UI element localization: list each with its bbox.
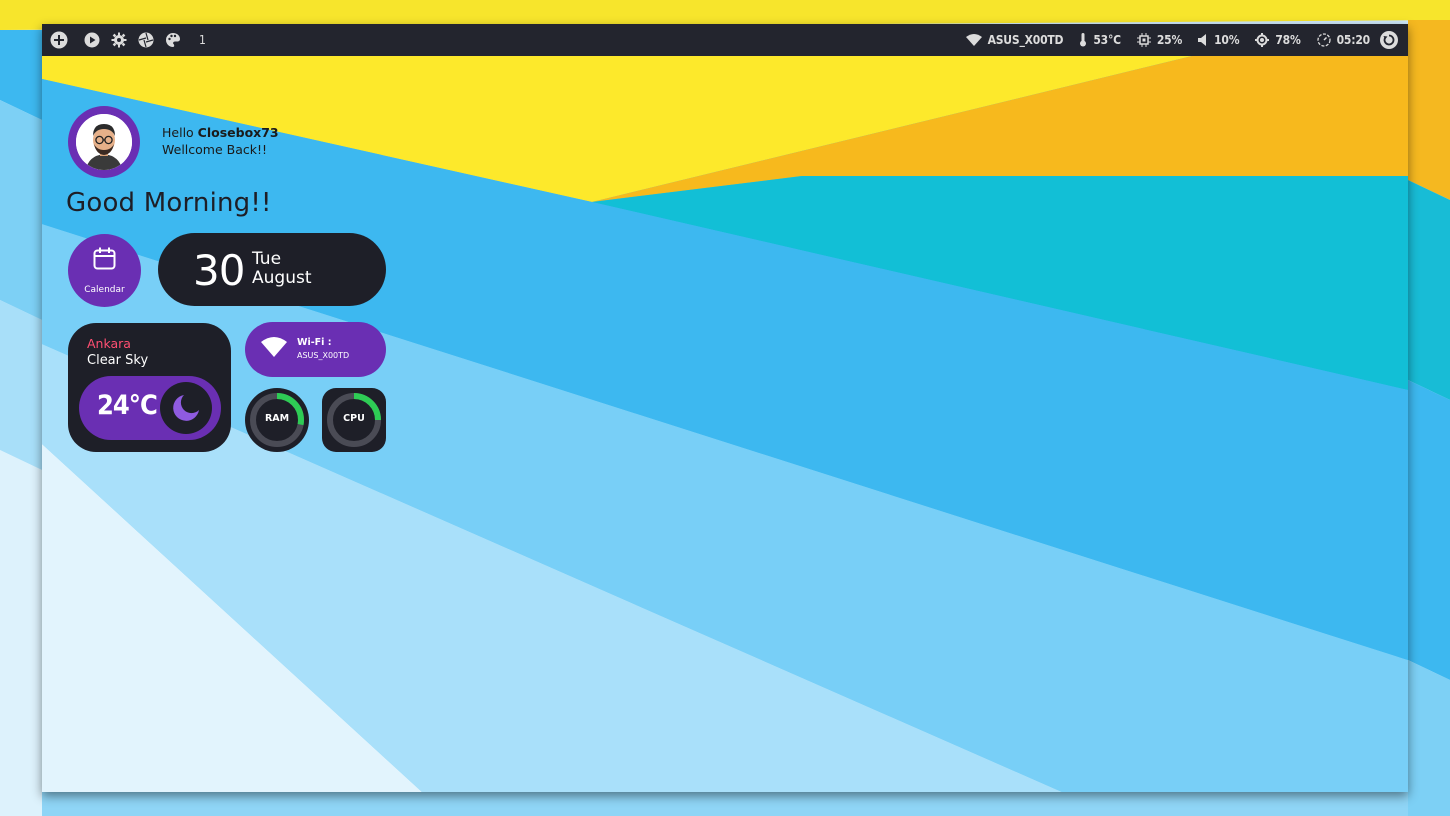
palette-icon[interactable] <box>164 31 182 49</box>
brightness-label: 78% <box>1275 33 1301 47</box>
clock-status[interactable]: 05:20 <box>1316 33 1371 47</box>
aperture-icon[interactable] <box>137 31 155 49</box>
power-icon <box>1380 31 1398 49</box>
wifi-ssid-label: ASUS_X00TD <box>987 33 1064 47</box>
weather-temperature: 24°C <box>97 390 158 421</box>
wifi-status[interactable]: ASUS_X00TD <box>965 33 1064 47</box>
date-widget: 30 Tue August <box>158 233 386 306</box>
speaker-icon <box>1198 34 1208 46</box>
brightness-status[interactable]: 78% <box>1255 33 1301 47</box>
ram-gauge: RAM <box>245 388 309 452</box>
ram-label: RAM <box>264 413 290 424</box>
play-icon[interactable] <box>83 31 101 49</box>
top-bar-left: 1 <box>50 24 206 56</box>
desktop-screen: 1 ASUS_X00TD 53°C 25% 10% 78% 05:20 Hell… <box>42 24 1408 792</box>
weather-widget: Ankara Clear Sky 24°C <box>68 323 231 452</box>
avatar <box>68 106 140 178</box>
cpu-status[interactable]: 25% <box>1136 33 1183 47</box>
avatar-image <box>76 114 132 170</box>
chip-icon <box>1136 33 1151 47</box>
date-day-number: 30 <box>193 246 245 295</box>
hello-line: Hello Closebox73 <box>162 124 279 141</box>
power-button[interactable] <box>1380 31 1398 49</box>
welcome-text: Hello Closebox73 Wellcome Back!! <box>162 124 279 158</box>
clock-icon <box>1316 33 1331 47</box>
wifi-icon <box>965 34 982 46</box>
username: Closebox73 <box>197 125 279 140</box>
weather-condition: Clear Sky <box>87 353 149 368</box>
date-month: August <box>252 268 312 288</box>
volume-status[interactable]: 10% <box>1198 33 1240 47</box>
cpu-label: 25% <box>1156 33 1183 47</box>
moon-icon <box>160 382 212 434</box>
hello-word: Hello <box>162 125 194 140</box>
gear-icon[interactable] <box>110 31 128 49</box>
wifi-icon <box>261 336 287 362</box>
greeting-title: Good Morning!! <box>66 188 272 218</box>
welcome-line: Wellcome Back!! <box>162 142 267 157</box>
top-bar-right: ASUS_X00TD 53°C 25% 10% 78% 05:20 <box>965 24 1398 56</box>
top-bar: 1 ASUS_X00TD 53°C 25% 10% 78% 05:20 <box>42 24 1408 56</box>
wifi-ssid: ASUS_X00TD <box>297 351 350 360</box>
temperature-status[interactable]: 53°C <box>1079 33 1121 47</box>
calendar-label: Calendar <box>84 285 125 295</box>
add-icon[interactable] <box>50 31 68 49</box>
cpu-label: CPU <box>343 413 365 424</box>
wifi-widget[interactable]: Wi-Fi : ASUS_X00TD <box>245 322 386 377</box>
volume-label: 10% <box>1214 33 1240 47</box>
temperature-label: 53°C <box>1093 33 1121 47</box>
date-weekday: Tue <box>252 249 282 269</box>
weather-temp-pill: 24°C <box>79 376 221 440</box>
brightness-icon <box>1255 33 1270 47</box>
time-label: 05:20 <box>1336 33 1371 47</box>
calendar-icon <box>93 247 116 274</box>
thermometer-icon <box>1079 33 1087 47</box>
weather-city: Ankara <box>87 336 131 351</box>
workspace-number[interactable]: 1 <box>199 33 206 47</box>
cpu-gauge: CPU <box>322 388 386 452</box>
wifi-title: Wi-Fi : <box>297 337 332 348</box>
calendar-button[interactable]: Calendar <box>68 234 141 307</box>
